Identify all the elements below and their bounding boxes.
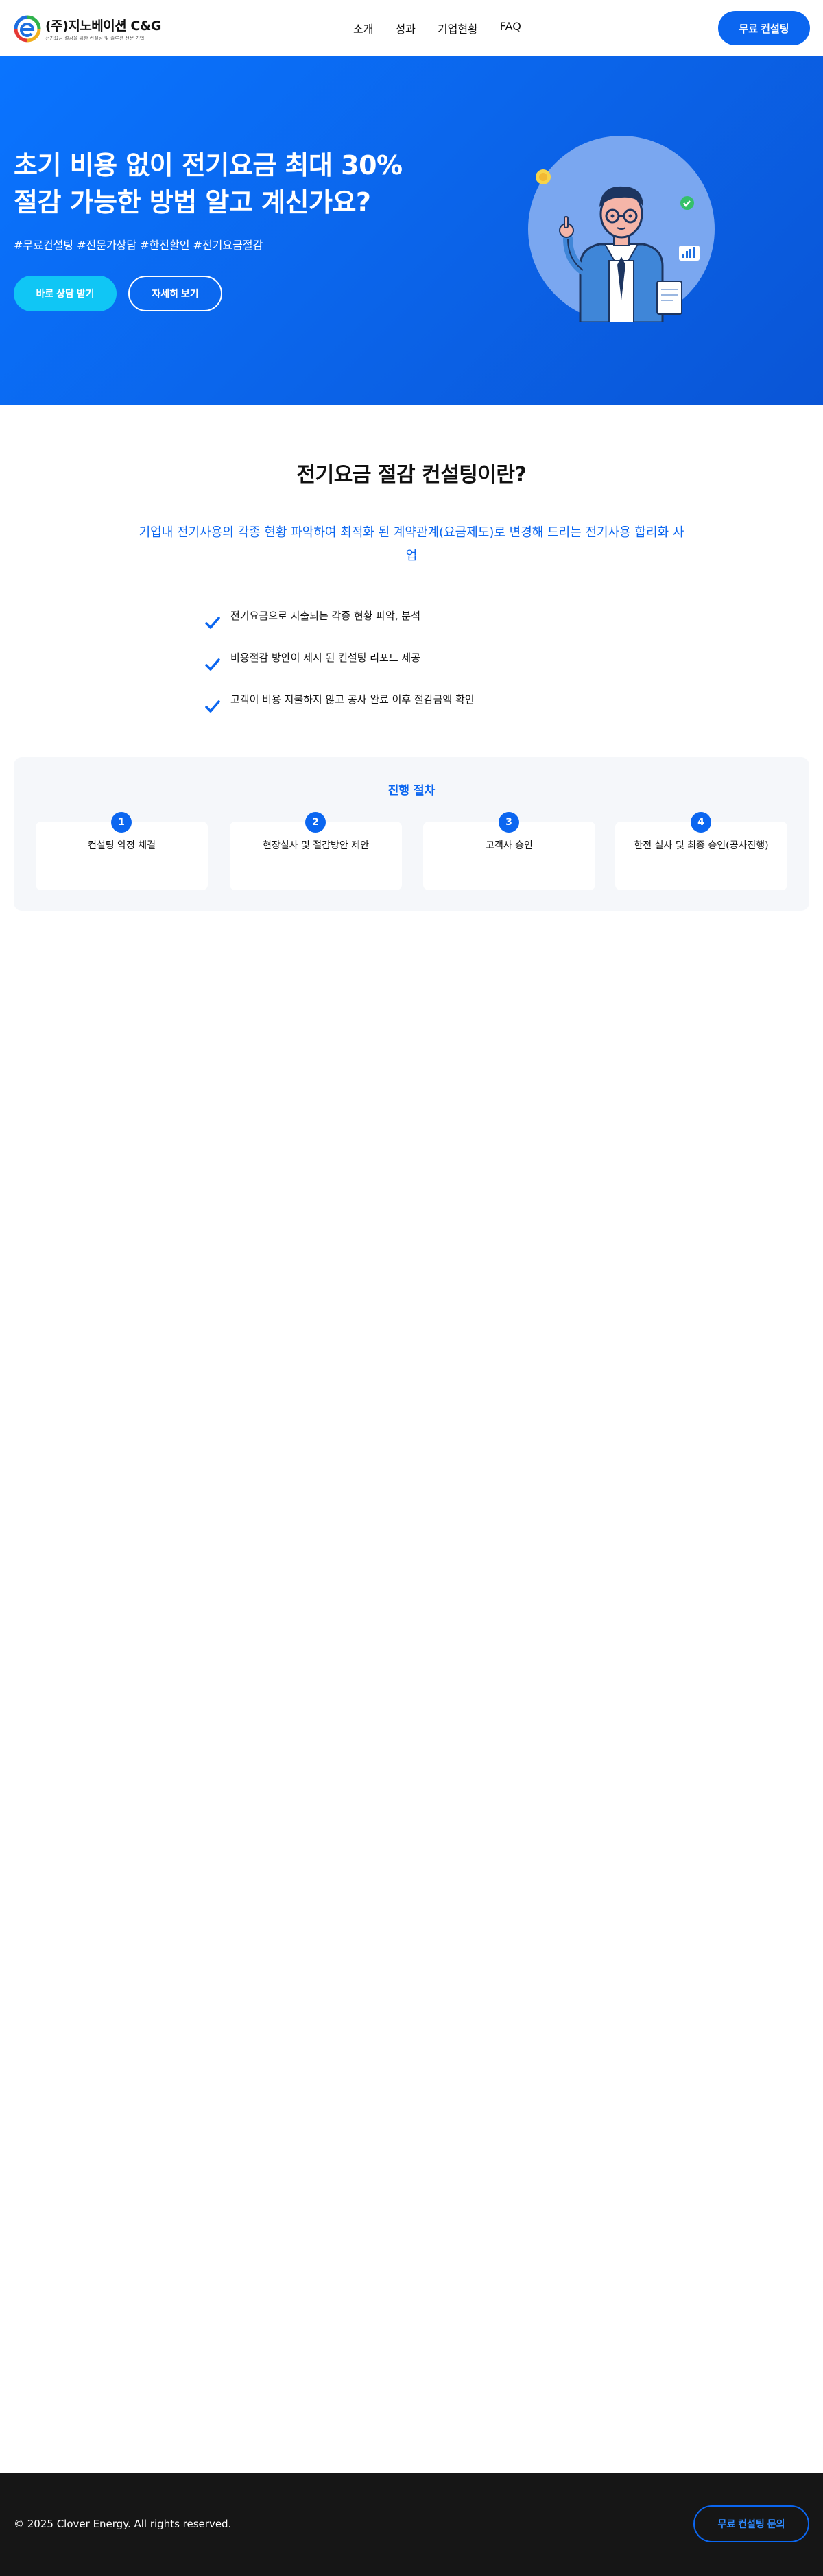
process-step: 4 한전 실사 및 최종 승인(공사진행) [615,812,787,890]
about-title: 전기요금 절감 컨설팅이란? [296,463,527,487]
process-step: 3 고객사 승인 [423,812,595,890]
step-label: 한전 실사 및 최종 승인(공사진행) [634,840,769,851]
free-consulting-button[interactable]: 무료 컨설팅 [718,11,810,45]
checklist-text: 고객이 비용 지불하지 않고 공사 완료 이후 절감금액 확인 [230,693,475,706]
benefit-checklist: 전기요금으로 지출되는 각종 현황 파악, 분석 비용절감 방안이 제시 된 컨… [203,608,475,733]
brand-logo[interactable]: (주)지노베이션 C&G 전기요금 절감을 위한 컨설팅 및 솔루션 전문 기업 [14,15,161,43]
step-label: 고객사 승인 [486,840,533,851]
main-nav: 소개 성과 기업현황 FAQ [353,20,543,36]
footer-consulting-inquiry-button[interactable]: 무료 컨설팅 문의 [693,2505,809,2542]
checkmark-icon [205,658,220,671]
copyright-text: © 2025 Clover Energy. All rights reserve… [14,2518,232,2530]
process-step: 1 컨설팅 약정 체결 [36,812,208,890]
step-label: 현장실사 및 절감방안 제안 [262,840,370,851]
checklist-text: 비용절감 방안이 제시 된 컨설팅 리포트 제공 [230,652,421,664]
about-description: 기업내 전기사용의 각종 현황 파악하여 최적화 된 계약관계(요금제도)로 변… [139,525,684,563]
hero-section: 초기 비용 없이 전기요금 최대 30% 절감 가능한 방법 알고 계신가요? … [0,56,823,405]
brand-name: (주)지노베이션 C&G [45,19,161,34]
hero-hashtags: #무료컨설팅 #전문가상담 #한전할인 #전기요금절감 [14,239,263,252]
process-section: 진행 절차 1 컨설팅 약정 체결 2 현장실사 및 절감방안 제안 3 고객사… [14,757,809,911]
hero-title: 초기 비용 없이 전기요금 최대 30% 절감 가능한 방법 알고 계신가요? [14,147,453,221]
hero-title-line2: 절감 가능한 방법 알고 계신가요? [14,187,371,217]
brand-tagline: 전기요금 절감을 위한 컨설팅 및 솔루션 전문 기업 [45,36,145,41]
step-number-badge: 4 [691,812,711,833]
learn-more-button[interactable]: 자세히 보기 [128,276,222,311]
nav-link-results[interactable]: 성과 [395,20,415,36]
process-title: 진행 절차 [387,784,436,798]
step-number-badge: 2 [305,812,326,833]
checkmark-icon [205,617,220,629]
list-item: 전기요금으로 지출되는 각종 현황 파악, 분석 [203,608,475,649]
process-step: 2 현장실사 및 절감방안 제안 [230,812,402,890]
nav-link-faq[interactable]: FAQ [500,20,521,36]
site-footer: © 2025 Clover Energy. All rights reserve… [0,2473,823,2576]
step-number-badge: 1 [111,812,132,833]
brand-logo-icon [14,15,41,43]
list-item: 고객이 비용 지불하지 않고 공사 완료 이후 절감금액 확인 [203,691,475,733]
nav-link-company[interactable]: 기업현황 [438,20,478,36]
checkmark-icon [205,700,220,713]
list-item: 비용절감 방안이 제시 된 컨설팅 리포트 제공 [203,649,475,691]
step-label: 컨설팅 약정 체결 [87,840,156,851]
site-header: (주)지노베이션 C&G 전기요금 절감을 위한 컨설팅 및 솔루션 전문 기업… [0,0,823,56]
step-number-badge: 3 [499,812,519,833]
consult-now-button[interactable]: 바로 상담 받기 [14,276,117,311]
nav-link-intro[interactable]: 소개 [353,20,373,36]
consultant-illustration-icon [528,136,715,322]
hero-title-line1: 초기 비용 없이 전기요금 최대 30% [14,150,403,180]
checklist-text: 전기요금으로 지출되는 각종 현황 파악, 분석 [230,610,421,622]
